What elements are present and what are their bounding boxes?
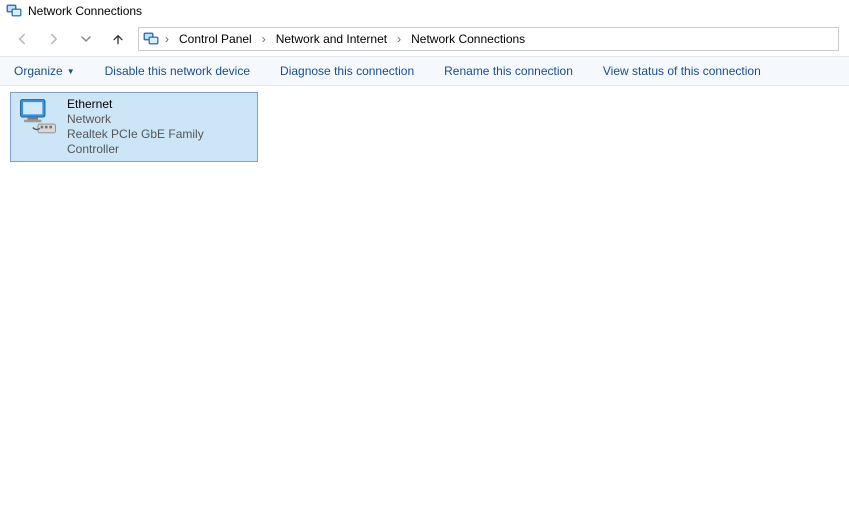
chevron-right-icon[interactable]: › [395,32,403,46]
network-connections-icon [143,31,159,47]
navigation-bar: › Control Panel › Network and Internet ›… [0,22,849,56]
diagnose-connection-button[interactable]: Diagnose this connection [280,64,414,78]
connection-item-ethernet[interactable]: Ethernet Network Realtek PCIe GbE Family… [10,92,258,162]
disable-device-button[interactable]: Disable this network device [105,64,250,78]
breadcrumb-network-connections[interactable]: Network Connections [407,30,529,48]
network-connections-icon [6,3,22,19]
up-button[interactable] [106,27,130,51]
chevron-down-icon: ▼ [67,67,75,76]
connection-status: Network [67,112,251,127]
rename-connection-button[interactable]: Rename this connection [444,64,573,78]
view-status-button[interactable]: View status of this connection [603,64,761,78]
recent-locations-dropdown[interactable] [74,27,98,51]
titlebar: Network Connections [0,0,849,22]
chevron-right-icon[interactable]: › [163,32,171,46]
ethernet-adapter-icon [17,97,59,137]
connection-name: Ethernet [67,97,251,112]
connection-device: Realtek PCIe GbE Family Controller [67,127,251,157]
chevron-right-icon[interactable]: › [260,32,268,46]
back-button[interactable] [10,27,34,51]
breadcrumb-control-panel[interactable]: Control Panel [175,30,256,48]
connections-list: Ethernet Network Realtek PCIe GbE Family… [0,86,849,168]
breadcrumb-network-and-internet[interactable]: Network and Internet [272,30,391,48]
organize-menu[interactable]: Organize ▼ [14,64,75,78]
window-title: Network Connections [28,4,142,18]
organize-label: Organize [14,64,63,78]
connection-text: Ethernet Network Realtek PCIe GbE Family… [67,97,251,157]
command-bar: Organize ▼ Disable this network device D… [0,56,849,86]
address-bar[interactable]: › Control Panel › Network and Internet ›… [138,27,839,51]
forward-button[interactable] [42,27,66,51]
